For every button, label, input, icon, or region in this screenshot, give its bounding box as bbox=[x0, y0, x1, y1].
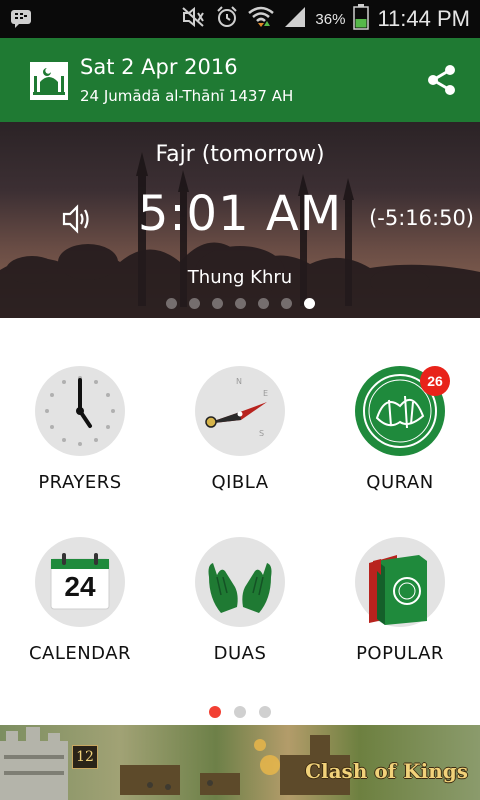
page-dot bbox=[257, 298, 269, 309]
app-bar: Sat 2 Apr 2016 24 Jumādā al-Thānī 1437 A… bbox=[0, 38, 480, 122]
page-dot-active[interactable] bbox=[209, 706, 221, 718]
svg-text:N: N bbox=[236, 377, 242, 386]
status-time: 11:44 PM bbox=[377, 6, 470, 31]
book-icon bbox=[355, 537, 445, 627]
compass-icon: N E S bbox=[195, 366, 285, 456]
alarm-icon bbox=[215, 5, 239, 33]
page-dot[interactable] bbox=[259, 706, 271, 718]
signal-icon bbox=[283, 6, 307, 32]
wifi-icon bbox=[247, 5, 275, 33]
quran-badge: 26 bbox=[420, 366, 450, 396]
prayer-hero[interactable]: Fajr (tomorrow) 5:01 AM (-5:16:50) Thung… bbox=[0, 122, 480, 318]
duas-label: DUAS bbox=[213, 643, 267, 664]
prayers-label: PRAYERS bbox=[38, 472, 122, 493]
clock-icon bbox=[35, 366, 125, 456]
next-prayer-name: Fajr (tomorrow) bbox=[155, 142, 325, 167]
svg-text:S: S bbox=[259, 429, 264, 438]
gregorian-date: Sat 2 Apr 2016 bbox=[80, 55, 238, 79]
battery-icon bbox=[353, 4, 370, 34]
mute-icon bbox=[181, 6, 207, 32]
mosque-icon[interactable] bbox=[30, 62, 68, 100]
ad-level-badge: 12 bbox=[72, 745, 98, 769]
page-dot bbox=[165, 298, 177, 309]
calendar-tile[interactable]: 24 CALENDAR bbox=[0, 537, 160, 687]
prayers-tile[interactable]: PRAYERS bbox=[0, 366, 160, 516]
calendar-icon: 24 bbox=[35, 537, 125, 627]
battery-percent: 36% bbox=[315, 10, 346, 28]
share-icon[interactable] bbox=[424, 62, 460, 98]
status-bar: 36% 11:44 PM bbox=[0, 0, 480, 38]
page-dot bbox=[188, 298, 200, 309]
quran-tile[interactable]: 26 QURAN bbox=[320, 366, 480, 516]
hero-page-indicator bbox=[0, 298, 480, 309]
praying-hands-icon bbox=[195, 537, 285, 627]
prayer-countdown: (-5:16:50) bbox=[369, 206, 474, 230]
popular-tile[interactable]: POPULAR bbox=[320, 537, 480, 687]
svg-text:E: E bbox=[263, 389, 268, 398]
qibla-tile[interactable]: N E S QIBLA bbox=[160, 366, 320, 516]
ad-banner[interactable]: 12 Clash of Kings bbox=[0, 725, 480, 800]
location-name[interactable]: Thung Khru bbox=[0, 267, 480, 288]
grid-page-indicator bbox=[0, 706, 480, 718]
popular-label: POPULAR bbox=[356, 643, 444, 664]
ad-title: Clash of Kings bbox=[305, 759, 468, 783]
qibla-label: QIBLA bbox=[211, 472, 269, 493]
calendar-day: 24 bbox=[64, 571, 96, 602]
calendar-label: CALENDAR bbox=[28, 643, 132, 664]
page-dot bbox=[234, 298, 246, 309]
bbm-icon bbox=[10, 9, 32, 33]
duas-tile[interactable]: DUAS bbox=[160, 537, 320, 687]
page-dot bbox=[211, 298, 223, 309]
page-dot[interactable] bbox=[234, 706, 246, 718]
page-dot bbox=[280, 298, 292, 309]
page-dot-active bbox=[303, 298, 315, 309]
hijri-date: 24 Jumādā al-Thānī 1437 AH bbox=[80, 87, 294, 105]
quran-label: QURAN bbox=[366, 472, 434, 493]
